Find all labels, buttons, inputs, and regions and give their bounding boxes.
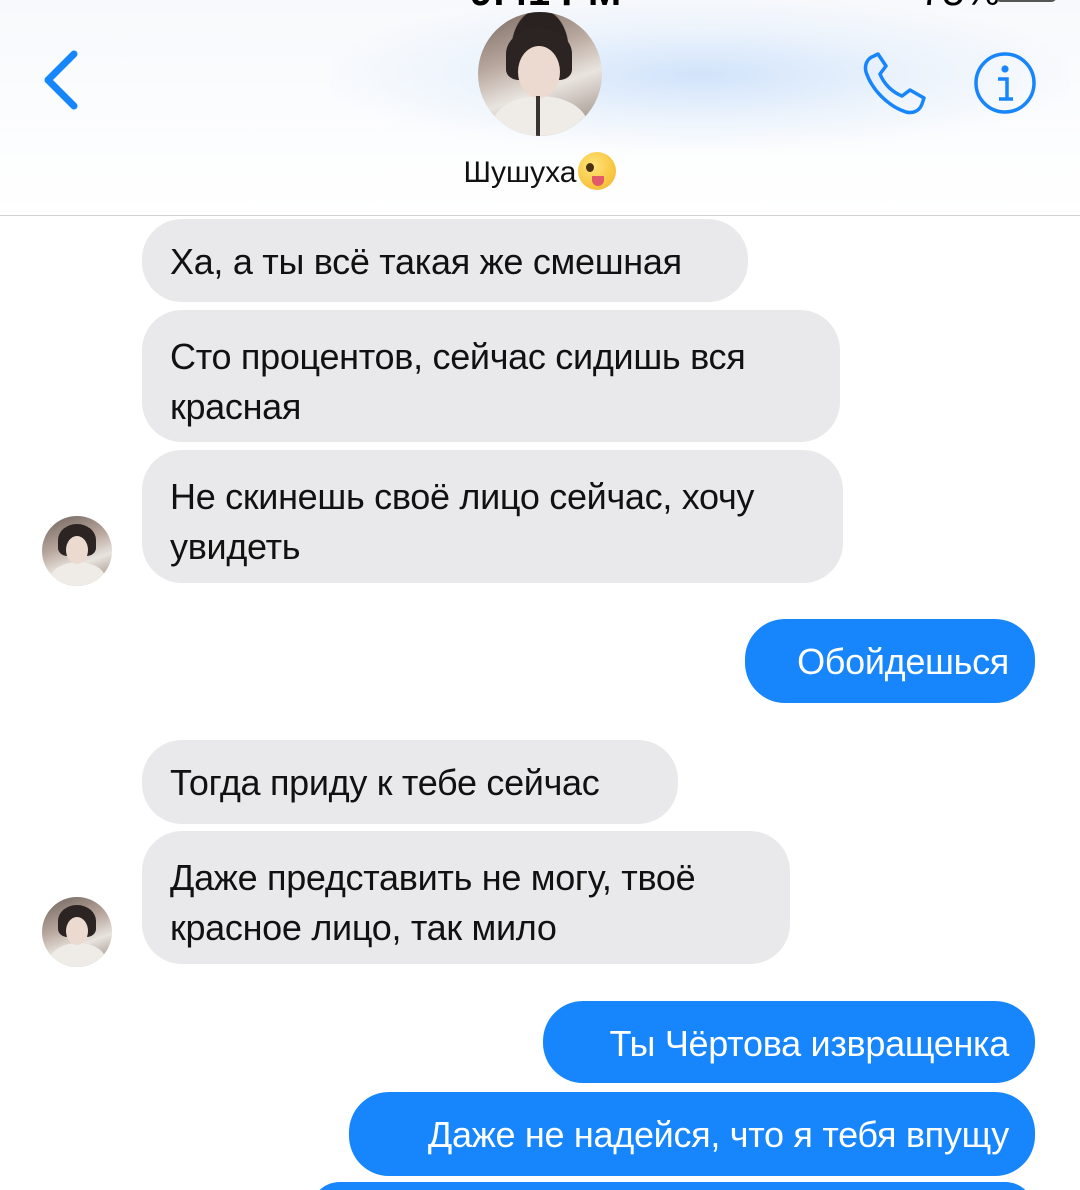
status-bar: 9:41 PM 75% xyxy=(0,0,1080,14)
incoming-message-bubble[interactable]: Тогда приду к тебе сейчас xyxy=(142,740,678,824)
outgoing-message-bubble[interactable]: Ты Чёртова извращенка xyxy=(543,1001,1035,1083)
chat-screen: 9:41 PM 75% Шушуха xyxy=(0,0,1080,1190)
contact-name-text: Шушуха xyxy=(463,156,577,189)
outgoing-message-bubble[interactable] xyxy=(310,1182,1035,1190)
phone-icon xyxy=(863,52,926,115)
sender-avatar[interactable] xyxy=(42,516,112,586)
info-button[interactable] xyxy=(972,50,1038,116)
contact-name[interactable]: Шушуха xyxy=(0,152,1080,190)
incoming-message-bubble[interactable]: Не скинешь своё лицо сейчас, хочу увидет… xyxy=(142,450,843,583)
back-button[interactable] xyxy=(38,48,88,112)
call-button[interactable] xyxy=(860,50,932,116)
incoming-message-bubble[interactable]: Сто процентов, сейчас сидишь вся красная xyxy=(142,310,840,442)
zany-face-emoji-icon xyxy=(578,152,617,190)
chevron-left-icon xyxy=(44,50,78,110)
info-icon xyxy=(974,52,1036,114)
sender-avatar[interactable] xyxy=(42,897,112,967)
signal-icon xyxy=(14,0,114,4)
battery-percent: 75% xyxy=(920,0,1000,15)
incoming-message-bubble[interactable]: Даже представить не могу, твоё красное л… xyxy=(142,831,790,964)
header-background-glow xyxy=(330,0,1070,150)
battery-icon xyxy=(995,0,1057,2)
conversation-header: 9:41 PM 75% Шушуха xyxy=(0,0,1080,216)
incoming-message-bubble[interactable]: Ха, а ты всё такая же смешная xyxy=(142,219,748,302)
outgoing-message-bubble[interactable]: Обойдешься xyxy=(745,619,1035,703)
contact-avatar[interactable] xyxy=(478,12,602,136)
outgoing-message-bubble[interactable]: Даже не надейся, что я тебя впущу xyxy=(349,1092,1035,1176)
